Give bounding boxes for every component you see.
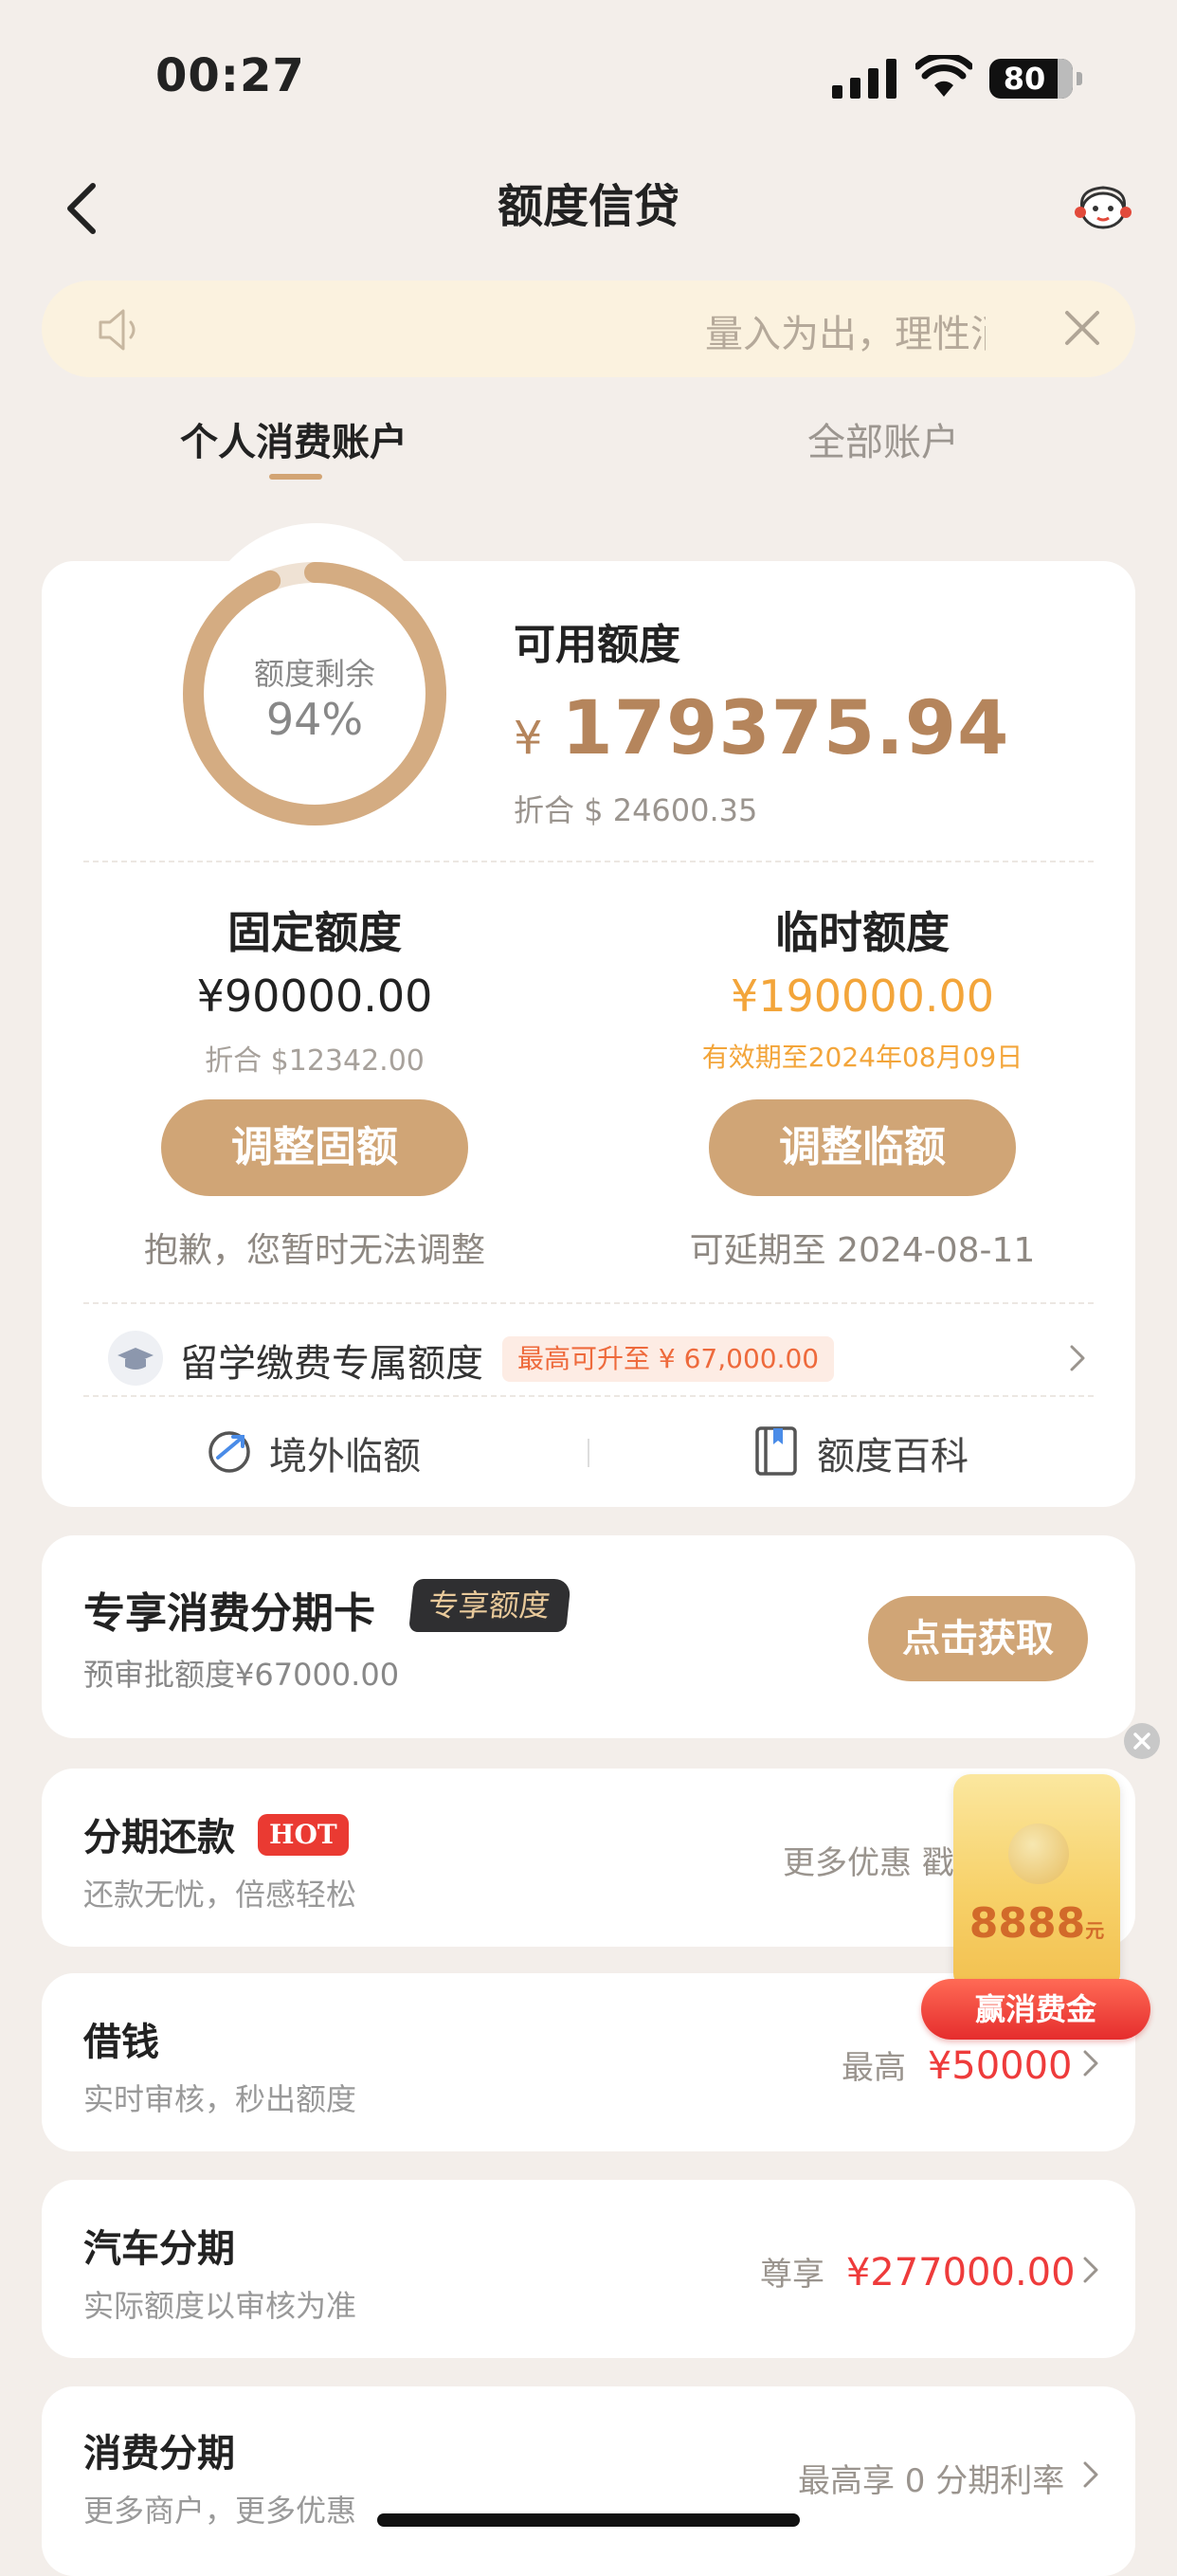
- close-icon: [1133, 1732, 1150, 1750]
- fixed-credit-amount: ¥90000.00: [196, 971, 433, 1022]
- divider: [83, 1395, 1094, 1397]
- available-amount: ¥179375.94: [514, 686, 1009, 771]
- ring-percent: 94%: [265, 694, 364, 745]
- temp-credit-amount: ¥190000.00: [730, 971, 995, 1022]
- temp-credit-title: 临时额度: [775, 907, 950, 958]
- list-item-subtitle: 还款无忧，倍感轻松: [83, 1877, 357, 1913]
- list-item-subtitle: 实际额度以审核为准: [83, 2288, 357, 2324]
- close-icon[interactable]: [1063, 309, 1101, 347]
- book-icon[interactable]: [754, 1425, 798, 1477]
- chevron-right-icon[interactable]: [1069, 1344, 1086, 1372]
- speaker-icon: [99, 309, 136, 351]
- credit-wiki[interactable]: 额度百科: [817, 1425, 969, 1480]
- customer-service-icon[interactable]: [1071, 180, 1135, 233]
- list-item-right: 最高 ¥50000: [842, 2041, 1073, 2088]
- page-title: 额度信贷: [497, 180, 679, 233]
- graduation-cap-icon: [108, 1331, 163, 1386]
- fixed-credit-usd: 折合 $12342.00: [205, 1044, 425, 1078]
- installment-card-title: 专享消费分期卡: [83, 1589, 375, 1638]
- fixed-credit-note: 抱歉，您暂时无法调整: [143, 1231, 485, 1270]
- available-label: 可用额度: [514, 621, 680, 669]
- list-item-title: 借钱: [83, 2021, 159, 2064]
- tab-active-indicator: [269, 474, 322, 480]
- list-item-title: 汽车分期: [83, 2227, 235, 2271]
- list-item-title: 消费分期: [83, 2432, 235, 2476]
- divider: [83, 861, 1094, 862]
- study-abroad-badge: 最高可升至 ¥ 67,000.00: [502, 1336, 835, 1382]
- available-usd: 折合 $ 24600.35: [514, 792, 758, 828]
- wifi-icon: [915, 55, 972, 97]
- installment-card-subtitle: 预审批额度¥67000.00: [83, 1657, 400, 1693]
- chevron-right-icon: [1083, 2050, 1098, 2077]
- ring-label: 额度剩余: [253, 656, 375, 692]
- promo-unit: 元: [1085, 1919, 1105, 1942]
- chevron-right-icon: [1083, 2257, 1098, 2283]
- adjust-temp-button[interactable]: 调整临额: [709, 1099, 1016, 1196]
- status-time: 00:27: [155, 49, 305, 102]
- temp-credit-validity: 有效期至2024年08月09日: [701, 1042, 1023, 1073]
- list-item-title: 分期还款: [83, 1816, 235, 1859]
- list-item-right-value: ¥50000: [927, 2044, 1073, 2088]
- graduation-cap-glyph: [118, 1348, 154, 1370]
- home-indicator: [377, 2513, 800, 2527]
- list-item-right-text: 最高享 0 分期利率: [798, 2462, 1065, 2500]
- promo-amount: 8888元: [953, 1899, 1120, 1948]
- signal-icon: [832, 59, 896, 99]
- list-item-subtitle: 更多商户，更多优惠: [83, 2493, 357, 2529]
- notice-text: 量入为出，理性消费: [705, 313, 986, 356]
- available-amount-value: 179375.94: [561, 686, 1010, 771]
- promo-button[interactable]: 赢消费金: [921, 1979, 1150, 2040]
- get-card-button[interactable]: 点击获取: [868, 1596, 1088, 1681]
- divider: [83, 1302, 1094, 1304]
- list-item-right: 尊享 ¥277000.00: [760, 2248, 1076, 2295]
- tab-all-accounts[interactable]: 全部账户: [807, 411, 959, 466]
- overseas-temp-credit[interactable]: 境外临额: [269, 1425, 421, 1480]
- battery-level: 80: [1003, 61, 1046, 97]
- currency-symbol: ¥: [514, 712, 543, 765]
- exclusive-credit-badge: 专享额度: [408, 1579, 571, 1632]
- list-item-subtitle: 实时审核，秒出额度: [83, 2081, 357, 2117]
- list-item-right-value: ¥277000.00: [845, 2251, 1076, 2295]
- list-item-right-text: 更多优惠 戳: [783, 1844, 954, 1882]
- fixed-credit-title: 固定额度: [227, 907, 402, 958]
- promo-close-icon[interactable]: [1124, 1723, 1160, 1759]
- chevron-right-icon: [1083, 2461, 1098, 2488]
- tab-personal-account[interactable]: 个人消费账户: [180, 411, 407, 466]
- tool-divider: [588, 1439, 589, 1467]
- overseas-credit-icon[interactable]: [205, 1425, 254, 1475]
- battery-icon: 80: [989, 59, 1082, 99]
- list-item-right-prefix: 尊享: [760, 2256, 824, 2294]
- hot-badge: HOT: [258, 1814, 349, 1856]
- adjust-fixed-button[interactable]: 调整固额: [161, 1099, 468, 1196]
- list-item-right-prefix: 最高: [842, 2049, 906, 2087]
- temp-credit-note: 可延期至 2024-08-11: [689, 1231, 1036, 1270]
- coin-icon: [1008, 1823, 1069, 1884]
- study-abroad-credit[interactable]: 留学缴费专属额度: [180, 1333, 483, 1388]
- promo-amount-value: 8888: [969, 1899, 1086, 1948]
